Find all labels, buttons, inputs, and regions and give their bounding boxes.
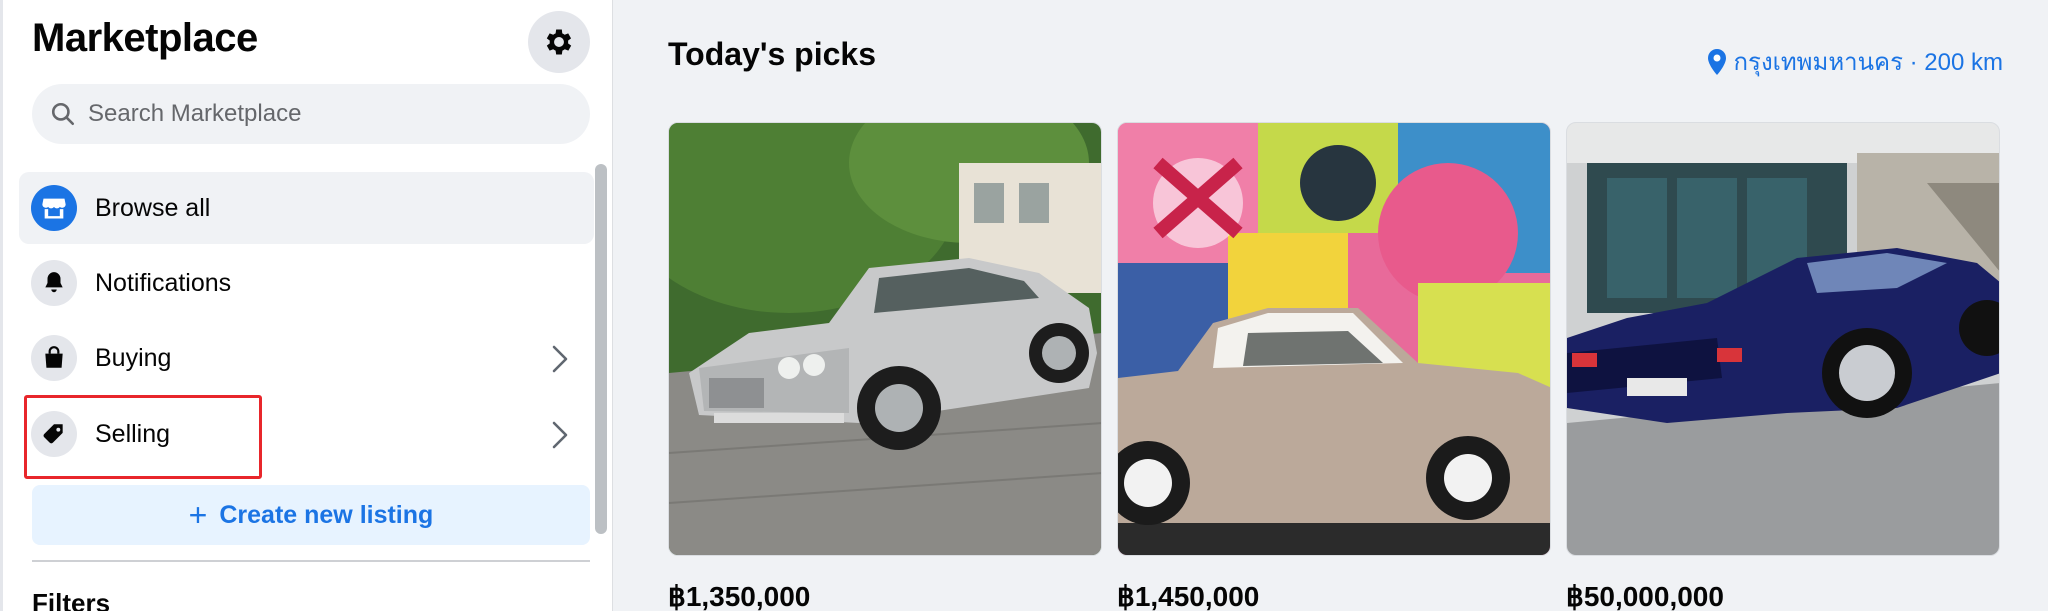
sidebar-item-label: Browse all xyxy=(95,193,211,222)
sidebar-item-buying[interactable]: Buying xyxy=(19,322,594,394)
gear-icon xyxy=(546,29,572,55)
location-label: กรุงเทพมหานคร · 200 km xyxy=(1733,49,2003,76)
sidebar-item-browse-all[interactable]: Browse all xyxy=(19,172,594,244)
bell-icon xyxy=(31,260,77,306)
listing-price: ฿50,000,000 xyxy=(1566,581,1724,611)
sidebar-item-label: Selling xyxy=(95,419,171,448)
create-new-listing-label: Create new listing xyxy=(219,500,434,529)
search-bar[interactable] xyxy=(32,84,590,144)
sidebar-item-notifications[interactable]: Notifications xyxy=(19,247,594,319)
listing-photo xyxy=(1117,122,1551,556)
main-content: Today's picks กรุงเทพมหานคร · 200 km ฿1,… xyxy=(614,0,2048,611)
sidebar: Marketplace Browse all Notifica xyxy=(0,0,613,611)
search-icon xyxy=(51,102,75,126)
sidebar-item-label: Notifications xyxy=(95,268,232,297)
divider xyxy=(32,560,590,562)
listing-photo xyxy=(668,122,1102,556)
location-pin-icon xyxy=(1707,48,1726,75)
sidebar-scrollbar[interactable] xyxy=(595,164,607,534)
listing-price: ฿1,450,000 xyxy=(1117,581,1260,611)
chevron-right-icon xyxy=(552,421,568,449)
sidebar-item-selling[interactable]: Selling xyxy=(19,398,594,470)
chevron-right-icon xyxy=(552,345,568,373)
location-filter[interactable]: กรุงเทพมหานคร · 200 km xyxy=(1706,42,2003,81)
storefront-icon xyxy=(31,185,77,231)
create-new-listing-button[interactable]: + Create new listing xyxy=(32,485,590,545)
filters-heading: Filters xyxy=(32,588,111,611)
listing-price: ฿1,350,000 xyxy=(668,581,811,611)
settings-button[interactable] xyxy=(528,11,590,73)
price-tag-icon xyxy=(31,411,77,457)
listing-photo xyxy=(1566,122,2000,556)
page-title: Marketplace xyxy=(32,16,258,60)
listing-card[interactable]: ฿50,000,000 xyxy=(1566,122,2000,611)
section-title: Today's picks xyxy=(668,36,876,72)
plus-icon: + xyxy=(188,497,208,533)
listing-card[interactable]: ฿1,350,000 xyxy=(668,122,1102,611)
sidebar-item-label: Buying xyxy=(95,343,172,372)
listing-card[interactable]: ฿1,450,000 xyxy=(1117,122,1551,611)
search-input[interactable] xyxy=(88,100,568,128)
shopping-bag-icon xyxy=(31,335,77,381)
